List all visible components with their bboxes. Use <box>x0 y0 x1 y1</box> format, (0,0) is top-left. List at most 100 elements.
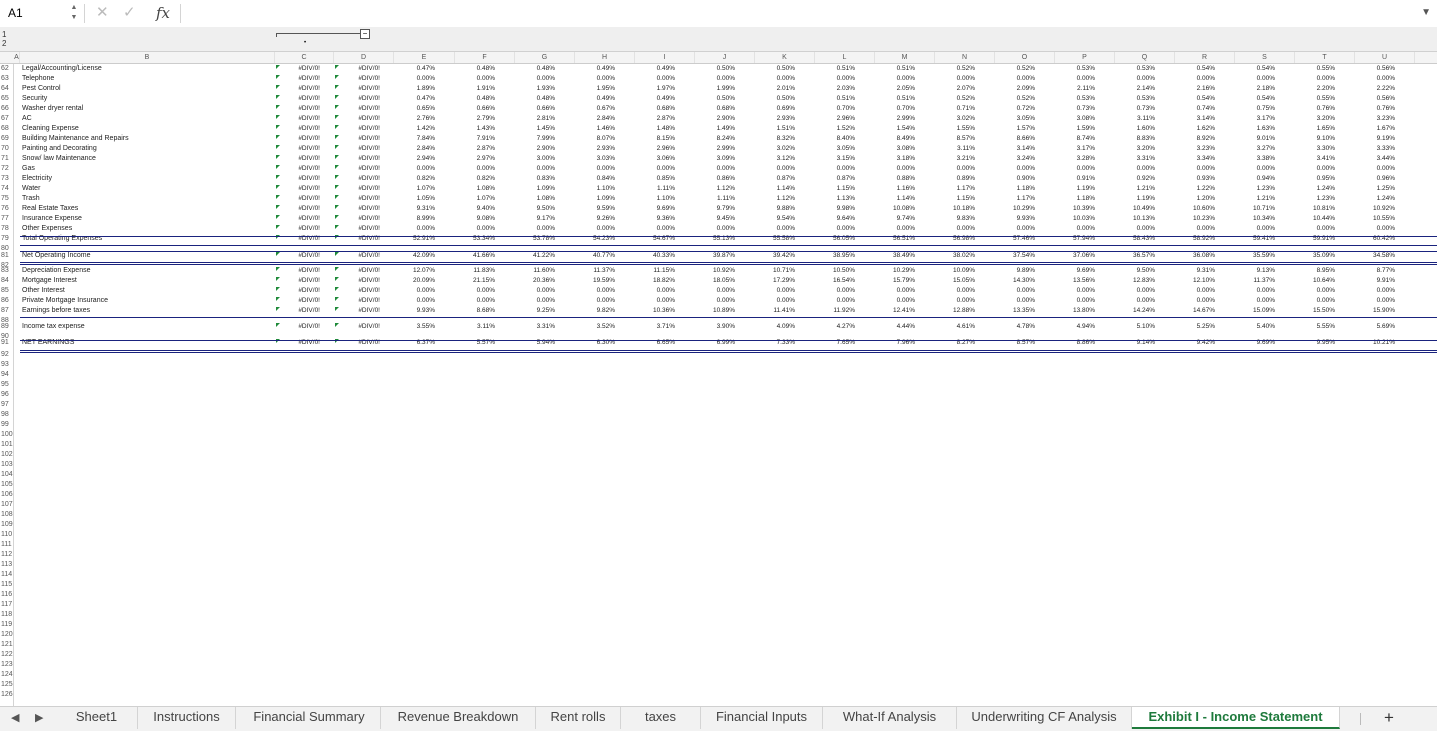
row-label[interactable]: Gas <box>22 164 35 174</box>
cell-k[interactable]: 0.50% <box>755 94 795 104</box>
cell-t[interactable]: 1.24% <box>1295 184 1335 194</box>
cell-e[interactable]: 0.00% <box>394 286 435 296</box>
cell-s[interactable]: 10.71% <box>1235 204 1275 214</box>
cell-c[interactable]: #DIV/0! <box>275 204 320 214</box>
sheet-tab[interactable]: Exhibit I - Income Statement <box>1132 707 1340 729</box>
cell-n[interactable]: 0.89% <box>935 174 975 184</box>
cell-r[interactable]: 12.10% <box>1175 276 1215 286</box>
cell-c[interactable]: #DIV/0! <box>275 64 320 74</box>
cell-o[interactable]: 10.29% <box>995 204 1035 214</box>
cell-o[interactable]: 1.18% <box>995 184 1035 194</box>
cell-p[interactable]: 3.28% <box>1055 154 1095 164</box>
cell-d[interactable]: #DIV/0! <box>334 286 380 296</box>
cell-q[interactable]: 1.60% <box>1115 124 1155 134</box>
cell-j[interactable]: 1.11% <box>695 194 735 204</box>
cell-g[interactable]: 9.17% <box>515 214 555 224</box>
cell-l[interactable]: 10.50% <box>815 266 855 276</box>
cell-f[interactable]: 1.08% <box>455 184 495 194</box>
row-label[interactable]: Snow/ law Maintenance <box>22 154 96 164</box>
cell-u[interactable]: 9.91% <box>1355 276 1395 286</box>
cell-j[interactable]: 10.89% <box>695 306 735 316</box>
cell-u[interactable]: 0.56% <box>1355 94 1395 104</box>
cell-p[interactable]: 13.80% <box>1055 306 1095 316</box>
cell-m[interactable]: 8.49% <box>875 134 915 144</box>
cell-r[interactable]: 0.54% <box>1175 94 1215 104</box>
cell-n[interactable]: 9.83% <box>935 214 975 224</box>
row-label[interactable]: Income tax expense <box>22 322 85 332</box>
cell-c[interactable]: #DIV/0! <box>275 94 320 104</box>
cell-q[interactable]: 36.57% <box>1115 251 1155 261</box>
cell-m[interactable]: 12.41% <box>875 306 915 316</box>
cell-g[interactable]: 0.83% <box>515 174 555 184</box>
cell-i[interactable]: 1.48% <box>635 124 675 134</box>
cell-j[interactable]: 3.90% <box>695 322 735 332</box>
cell-i[interactable]: 1.10% <box>635 194 675 204</box>
cell-i[interactable]: 0.00% <box>635 74 675 84</box>
row-header-86[interactable]: 86 <box>0 296 14 306</box>
row-header-95[interactable]: 95 <box>0 380 14 390</box>
row-header-74[interactable]: 74 <box>0 184 14 194</box>
cell-j[interactable]: 0.68% <box>695 104 735 114</box>
sheet-tab[interactable]: taxes <box>621 707 701 729</box>
cell-g[interactable]: 7.99% <box>515 134 555 144</box>
cell-u[interactable]: 34.58% <box>1355 251 1395 261</box>
row-header-63[interactable]: 63 <box>0 74 14 84</box>
cell-n[interactable]: 0.71% <box>935 104 975 114</box>
cell-s[interactable]: 35.59% <box>1235 251 1275 261</box>
enter-icon[interactable]: ✓ <box>123 3 136 23</box>
cell-u[interactable]: 0.56% <box>1355 64 1395 74</box>
cell-u[interactable]: 0.00% <box>1355 286 1395 296</box>
cell-k[interactable]: 2.93% <box>755 114 795 124</box>
cell-o[interactable]: 0.72% <box>995 104 1035 114</box>
cell-p[interactable]: 1.18% <box>1055 194 1095 204</box>
cell-q[interactable]: 14.24% <box>1115 306 1155 316</box>
cell-m[interactable]: 0.00% <box>875 286 915 296</box>
cell-f[interactable]: 3.11% <box>455 322 495 332</box>
row-header-79[interactable]: 79 <box>0 234 14 244</box>
row-header-98[interactable]: 98 <box>0 410 14 420</box>
cell-n[interactable]: 4.61% <box>935 322 975 332</box>
cell-c[interactable]: #DIV/0! <box>275 276 320 286</box>
cell-g[interactable]: 3.31% <box>515 322 555 332</box>
cell-p[interactable]: 4.94% <box>1055 322 1095 332</box>
cell-g[interactable]: 0.48% <box>515 94 555 104</box>
cell-h[interactable]: 8.07% <box>575 134 615 144</box>
sheet-tab[interactable]: Underwriting CF Analysis <box>957 707 1132 729</box>
spreadsheet-grid[interactable]: Legal/Accounting/License #DIV/0! #DIV/0! 0.… <box>14 64 1437 706</box>
cell-j[interactable]: 1.12% <box>695 184 735 194</box>
column-header-o[interactable]: O <box>995 52 1055 63</box>
cell-t[interactable]: 1.65% <box>1295 124 1335 134</box>
cell-s[interactable]: 0.54% <box>1235 94 1275 104</box>
cell-k[interactable]: 0.87% <box>755 174 795 184</box>
row-header-70[interactable]: 70 <box>0 144 14 154</box>
cell-f[interactable]: 0.48% <box>455 94 495 104</box>
cell-n[interactable]: 15.05% <box>935 276 975 286</box>
cell-n[interactable]: 8.57% <box>935 134 975 144</box>
cell-i[interactable]: 1.97% <box>635 84 675 94</box>
row-label[interactable]: Insurance Expense <box>22 214 82 224</box>
row-header-125[interactable]: 125 <box>0 680 14 690</box>
cell-j[interactable]: 8.24% <box>695 134 735 144</box>
cell-t[interactable]: 5.55% <box>1295 322 1335 332</box>
cell-o[interactable]: 1.57% <box>995 124 1035 134</box>
cell-e[interactable]: 0.00% <box>394 224 435 234</box>
cell-p[interactable]: 13.56% <box>1055 276 1095 286</box>
cell-e[interactable]: 3.55% <box>394 322 435 332</box>
cell-r[interactable]: 1.20% <box>1175 194 1215 204</box>
cell-o[interactable]: 4.78% <box>995 322 1035 332</box>
cell-r[interactable]: 0.54% <box>1175 64 1215 74</box>
row-header-65[interactable]: 65 <box>0 94 14 104</box>
row-header-117[interactable]: 117 <box>0 600 14 610</box>
cell-d[interactable]: #DIV/0! <box>334 174 380 184</box>
cell-k[interactable]: 2.01% <box>755 84 795 94</box>
cell-i[interactable]: 40.33% <box>635 251 675 261</box>
cell-n[interactable]: 0.52% <box>935 94 975 104</box>
cell-q[interactable]: 0.00% <box>1115 286 1155 296</box>
cell-o[interactable]: 9.93% <box>995 214 1035 224</box>
cell-j[interactable]: 0.00% <box>695 224 735 234</box>
cell-o[interactable]: 0.00% <box>995 296 1035 306</box>
cell-d[interactable]: #DIV/0! <box>334 276 380 286</box>
function-icon[interactable]: fx <box>156 2 170 24</box>
cell-r[interactable]: 3.34% <box>1175 154 1215 164</box>
cell-l[interactable]: 4.27% <box>815 322 855 332</box>
